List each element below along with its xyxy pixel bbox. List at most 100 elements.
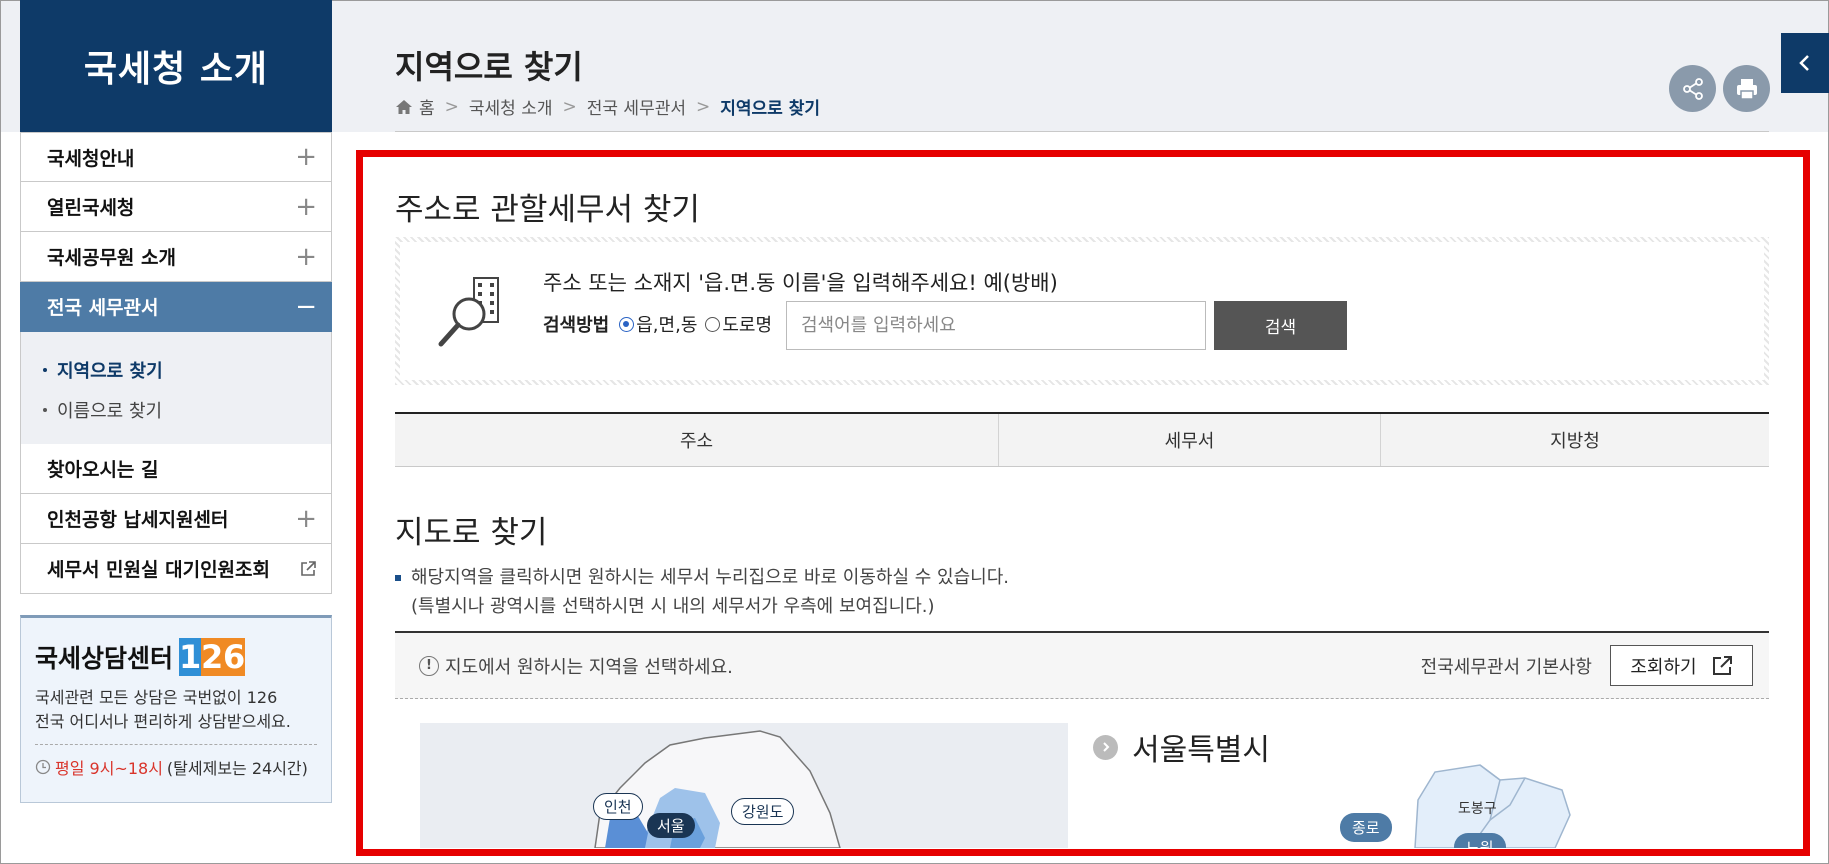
breadcrumb-home[interactable]: 홈 <box>419 94 435 119</box>
map-bar-right: 전국세무관서 기본사항 조회하기 <box>1421 645 1753 686</box>
map-info-bar: ! 지도에서 원하시는 지역을 선택하세요. 전국세무관서 기본사항 조회하기 <box>395 631 1769 699</box>
map-bar-right-text: 전국세무관서 기본사항 <box>1420 656 1592 678</box>
radio-label: 읍,면,동 <box>636 315 698 336</box>
map-description: 해당지역을 클릭하시면 원하시는 세무서 누리집으로 바로 이동하실 수 있습니… <box>395 563 1009 621</box>
plus-icon: + <box>295 191 317 222</box>
map-label-gangwon[interactable]: 강원도 <box>731 798 795 825</box>
building-search-icon <box>438 277 499 347</box>
collapse-button[interactable] <box>1781 33 1829 93</box>
chevron-right-icon: > <box>696 96 711 117</box>
region-title: 서울특별시 <box>1093 725 1270 769</box>
clock-icon <box>35 759 51 775</box>
radio-eup-myeon-dong[interactable] <box>619 316 635 332</box>
search-box: 주소 또는 소재지 '읍.면.동 이름'을 입력해주세요! 예(방배) 검색방법… <box>395 237 1769 385</box>
map-bar-left: ! 지도에서 원하시는 지역을 선택하세요. <box>419 653 733 679</box>
external-link-icon <box>301 560 316 576</box>
sidebar-item-open-nts[interactable]: 열린국세청 + <box>20 182 332 232</box>
header-divider <box>395 131 1769 132</box>
consult-title: 국세상담센터 1 2 6 <box>35 638 317 676</box>
plus-icon: + <box>295 503 317 534</box>
sidebar-item-label: 세무서 민원실 대기인원조회 <box>47 559 270 581</box>
map-label-incheon[interactable]: 인천 <box>593 793 643 820</box>
search-method-label: 검색방법 <box>543 315 610 336</box>
search-box-inner: 주소 또는 소재지 '읍.면.동 이름'을 입력해주세요! 예(방배) 검색방법… <box>400 242 1764 380</box>
map-section-title: 지도로 찾기 <box>395 515 548 551</box>
consult-digit: 1 <box>179 638 202 676</box>
sidebar-item-directions[interactable]: 찾아오시는 길 <box>20 444 332 494</box>
minus-icon: − <box>295 291 317 322</box>
share-button[interactable] <box>1669 65 1716 112</box>
share-icon <box>1682 77 1703 100</box>
consult-desc-line: 국세관련 모든 상담은 국번없이 126 <box>35 688 278 707</box>
breadcrumb-current: 지역으로 찾기 <box>720 99 821 119</box>
lookup-button-label: 조회하기 <box>1630 656 1697 678</box>
submenu-item-label: 이름으로 찾기 <box>57 401 163 422</box>
external-link-icon <box>1712 655 1732 675</box>
sidebar-item-label: 전국 세무관서 <box>47 297 159 319</box>
sidebar-item-label: 열린국세청 <box>47 197 135 219</box>
korea-map-shape <box>594 730 841 848</box>
submenu-item-by-region[interactable]: 지역으로 찾기 <box>21 350 331 390</box>
sidebar-item-incheon-airport[interactable]: 인천공항 납세지원센터 + <box>20 494 332 544</box>
submenu-item-label: 지역으로 찾기 <box>57 361 163 382</box>
consult-hours: 평일 9시~18시 (탈세제보는 24시간) <box>35 755 317 779</box>
sidebar-item-label: 찾아오시는 길 <box>47 459 159 481</box>
plus-icon: + <box>295 142 317 172</box>
submenu-item-by-name[interactable]: 이름으로 찾기 <box>21 390 331 430</box>
bullet-icon <box>43 408 47 412</box>
district-dobong[interactable]: 도봉구 <box>1458 798 1497 818</box>
consult-desc-line: 전국 어디서나 편리하게 상담받으세요. <box>35 712 291 731</box>
page-title: 지역으로 찾기 <box>395 48 583 86</box>
column-header-regional-office: 지방청 <box>1550 431 1600 452</box>
sidebar-item-label: 국세청안내 <box>47 147 135 170</box>
search-input[interactable] <box>786 301 1206 350</box>
sidebar-item-label: 국세공무원 소개 <box>47 247 176 269</box>
korea-map[interactable]: 인천 서울 강원도 <box>420 723 1068 848</box>
map-label-seoul[interactable]: 서울 <box>647 813 695 838</box>
sidebar-item-officials[interactable]: 국세공무원 소개 + <box>20 232 332 282</box>
consult-hours-text: 평일 9시~18시 <box>55 759 163 778</box>
result-table-header: 주소 세무서 지방청 <box>395 412 1769 467</box>
sidebar-title: 국세청 소개 <box>20 0 332 132</box>
lookup-button[interactable]: 조회하기 <box>1610 645 1753 686</box>
chevron-right-icon: > <box>562 96 577 117</box>
region-title-text: 서울특별시 <box>1132 733 1270 768</box>
search-section-title: 주소로 관할세무서 찾기 <box>395 192 700 228</box>
breadcrumb-item[interactable]: 국세청 소개 <box>469 94 553 119</box>
exclamation-icon: ! <box>419 655 439 676</box>
home-icon[interactable] <box>395 99 413 115</box>
consult-number: 1 2 6 <box>179 638 245 676</box>
sidebar-item-nts-guide[interactable]: 국세청안내 + <box>20 132 332 182</box>
sidebar-submenu: 지역으로 찾기 이름으로 찾기 <box>20 332 332 444</box>
map-desc-text: 해당지역을 클릭하시면 원하시는 세무서 누리집으로 바로 이동하실 수 있습니… <box>411 567 1009 588</box>
chevron-left-icon <box>1799 55 1809 71</box>
radio-label: 도로명 <box>722 315 773 336</box>
consult-center-box: 국세상담센터 1 2 6 국세관련 모든 상담은 국번없이 126 전국 어디서… <box>20 615 332 803</box>
sidebar-item-waiting-count[interactable]: 세무서 민원실 대기인원조회 <box>20 544 332 594</box>
district-label-jongno[interactable]: 종로 <box>1340 813 1392 842</box>
bullet-icon <box>43 368 47 372</box>
sidebar-item-tax-offices[interactable]: 전국 세무관서 − <box>20 282 332 332</box>
column-header-address: 주소 <box>395 414 999 466</box>
consult-title-text: 국세상담센터 <box>35 644 174 673</box>
column-header-tax-office: 세무서 <box>999 414 1381 466</box>
bullet-icon <box>395 575 401 581</box>
print-button[interactable] <box>1723 65 1770 112</box>
chevron-right-icon: > <box>444 96 459 117</box>
map-desc-line: 해당지역을 클릭하시면 원하시는 세무서 누리집으로 바로 이동하실 수 있습니… <box>395 563 1009 592</box>
print-icon <box>1736 78 1757 100</box>
chevron-right-icon <box>1093 734 1118 760</box>
map-desc-line: (특별시나 광역시를 선택하시면 시 내의 세무서가 우측에 보여집니다.) <box>411 596 935 617</box>
seoul-district-map[interactable]: 도봉구 종로 노원 <box>1330 760 1590 848</box>
consult-description: 국세관련 모든 상담은 국번없이 126 전국 어디서나 편리하게 상담받으세요… <box>35 686 317 745</box>
search-button[interactable]: 검색 <box>1214 301 1347 350</box>
search-method: 검색방법 읍,면,동 도로명 <box>543 311 772 337</box>
radio-road-name[interactable] <box>705 316 721 332</box>
breadcrumb-item[interactable]: 전국 세무관서 <box>587 94 686 119</box>
district-label-nowon[interactable]: 노원 <box>1454 833 1506 848</box>
map-bar-text: 지도에서 원하시는 지역을 선택하세요. <box>445 656 733 678</box>
breadcrumb: 홈 > 국세청 소개 > 전국 세무관서 > 지역으로 찾기 <box>395 94 820 119</box>
consult-hours-note: (탈세제보는 24시간) <box>166 759 308 778</box>
sidebar-item-label: 인천공항 납세지원센터 <box>47 509 229 531</box>
plus-icon: + <box>295 241 317 272</box>
